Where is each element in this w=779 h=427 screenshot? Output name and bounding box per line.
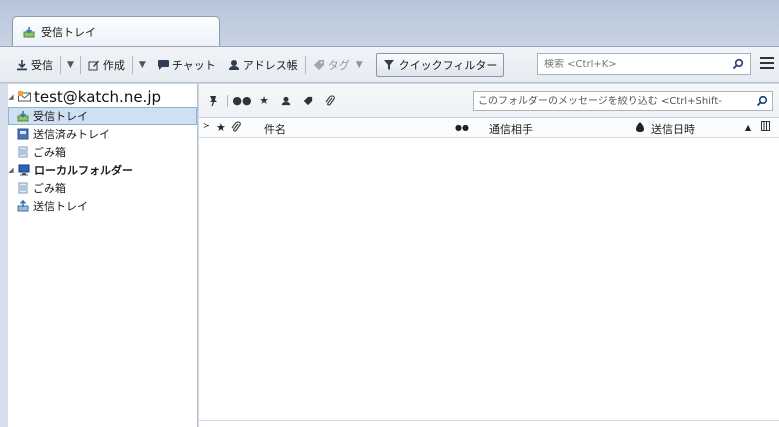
separator: [131, 55, 133, 74]
column-header: ≻ ★ 件名 ●● 通信相手 送信日時 ▲: [199, 118, 779, 138]
main-toolbar: 受信 ▼ 作成 ▼ チャット アドレス帳 タグ ▼ クイックフィルター: [0, 46, 779, 83]
folder-outbox[interactable]: 送信トレイ: [8, 197, 197, 215]
search-icon[interactable]: [732, 58, 744, 70]
tag-button[interactable]: タグ ▼: [309, 53, 370, 77]
quick-filter-button[interactable]: クイックフィルター: [375, 52, 505, 77]
write-button[interactable]: 作成: [84, 53, 129, 77]
attachment-icon[interactable]: [322, 93, 338, 109]
attachment-column-icon[interactable]: [231, 121, 241, 136]
chat-label: チャット: [171, 58, 216, 72]
write-dropdown-icon[interactable]: ▼: [136, 60, 149, 70]
search-input[interactable]: [544, 58, 714, 70]
get-mail-button[interactable]: 受信: [12, 53, 57, 77]
address-book-button[interactable]: アドレス帳: [224, 53, 302, 77]
folder-label: 送信トレイ: [33, 200, 88, 213]
twisty-icon[interactable]: ◢: [8, 166, 14, 174]
tab-label: 受信トレイ: [41, 25, 96, 39]
address-book-label: アドレス帳: [242, 58, 298, 72]
separator: [79, 55, 81, 74]
outbox-icon: [17, 199, 29, 212]
separator: [60, 55, 61, 74]
search-icon[interactable]: [756, 95, 768, 107]
junk-column-icon[interactable]: [635, 121, 645, 136]
contact-icon[interactable]: [278, 93, 294, 109]
separator: [304, 55, 306, 74]
star-column-icon[interactable]: ★: [216, 121, 226, 134]
quick-filter-bar: ●● ★: [199, 84, 779, 118]
separator: [227, 94, 228, 107]
folder-account[interactable]: ◢ test@katch.ne.jp: [8, 87, 197, 107]
inbox-icon: [17, 110, 29, 122]
get-mail-label: 受信: [31, 58, 53, 72]
write-label: 作成: [102, 58, 125, 72]
tag-icon[interactable]: [300, 93, 316, 109]
column-correspondent[interactable]: 通信相手: [489, 121, 533, 137]
tag-dropdown-icon: ▼: [355, 59, 363, 70]
pencil-icon: [88, 59, 100, 71]
pin-icon[interactable]: [205, 93, 221, 109]
thread-column-icon[interactable]: ≻: [203, 121, 210, 130]
folder-label: ごみ箱: [33, 146, 66, 159]
column-date[interactable]: 送信日時: [651, 121, 695, 137]
sort-ascending-icon: ▲: [745, 123, 752, 132]
tab-bar: 受信トレイ: [0, 0, 779, 46]
inbox-icon: [23, 26, 35, 38]
contact-icon: [228, 59, 240, 71]
folder-label: 送信済みトレイ: [33, 128, 110, 141]
tag-icon: [313, 59, 325, 71]
download-icon: [16, 59, 28, 71]
column-subject[interactable]: 件名: [264, 121, 286, 137]
quick-filter-label: クイックフィルター: [398, 58, 498, 72]
trash-icon: [17, 182, 29, 194]
chat-button[interactable]: チャット: [153, 53, 220, 77]
global-search[interactable]: [537, 53, 751, 75]
filter-icon: [383, 59, 395, 71]
star-icon[interactable]: ★: [256, 93, 272, 109]
column-picker-icon[interactable]: [761, 121, 771, 135]
folder-inbox[interactable]: 受信トレイ: [8, 107, 197, 125]
folder-filter[interactable]: [473, 91, 773, 111]
mail-account-icon: [18, 91, 31, 103]
app-menu-icon[interactable]: [760, 57, 774, 71]
folder-pane: ◢ test@katch.ne.jp 受信トレイ 送信済みトレイ ごみ箱 ◢ ロ…: [8, 84, 198, 427]
folder-local[interactable]: ◢ ローカルフォルダー: [8, 161, 197, 179]
get-mail-dropdown-icon[interactable]: ▼: [64, 60, 77, 70]
twisty-icon[interactable]: ◢: [8, 93, 14, 101]
sent-folder-icon: [17, 128, 29, 140]
folder-label: ローカルフォルダー: [34, 164, 133, 177]
tab-inbox[interactable]: 受信トレイ: [12, 16, 220, 46]
folder-filter-input[interactable]: [478, 95, 754, 107]
computer-icon: [18, 164, 30, 176]
pane-bottom-border: [199, 420, 779, 421]
folder-local-trash[interactable]: ごみ箱: [8, 179, 197, 197]
folder-label: ごみ箱: [33, 182, 66, 195]
chat-bubble-icon: [157, 59, 169, 71]
folder-label: 受信トレイ: [33, 110, 88, 123]
trash-icon: [17, 146, 29, 158]
unread-column-icon[interactable]: ●●: [455, 123, 469, 132]
tag-label: タグ: [327, 58, 350, 72]
thread-pane: ●● ★ ≻ ★ 件名 ●● 通信相手 送信日時 ▲: [199, 84, 779, 427]
folder-sent[interactable]: 送信済みトレイ: [8, 125, 197, 143]
window-edge: [0, 84, 8, 427]
folder-trash[interactable]: ごみ箱: [8, 143, 197, 161]
account-name: test@katch.ne.jp: [34, 88, 162, 106]
unread-filter-icon[interactable]: ●●: [232, 93, 251, 109]
